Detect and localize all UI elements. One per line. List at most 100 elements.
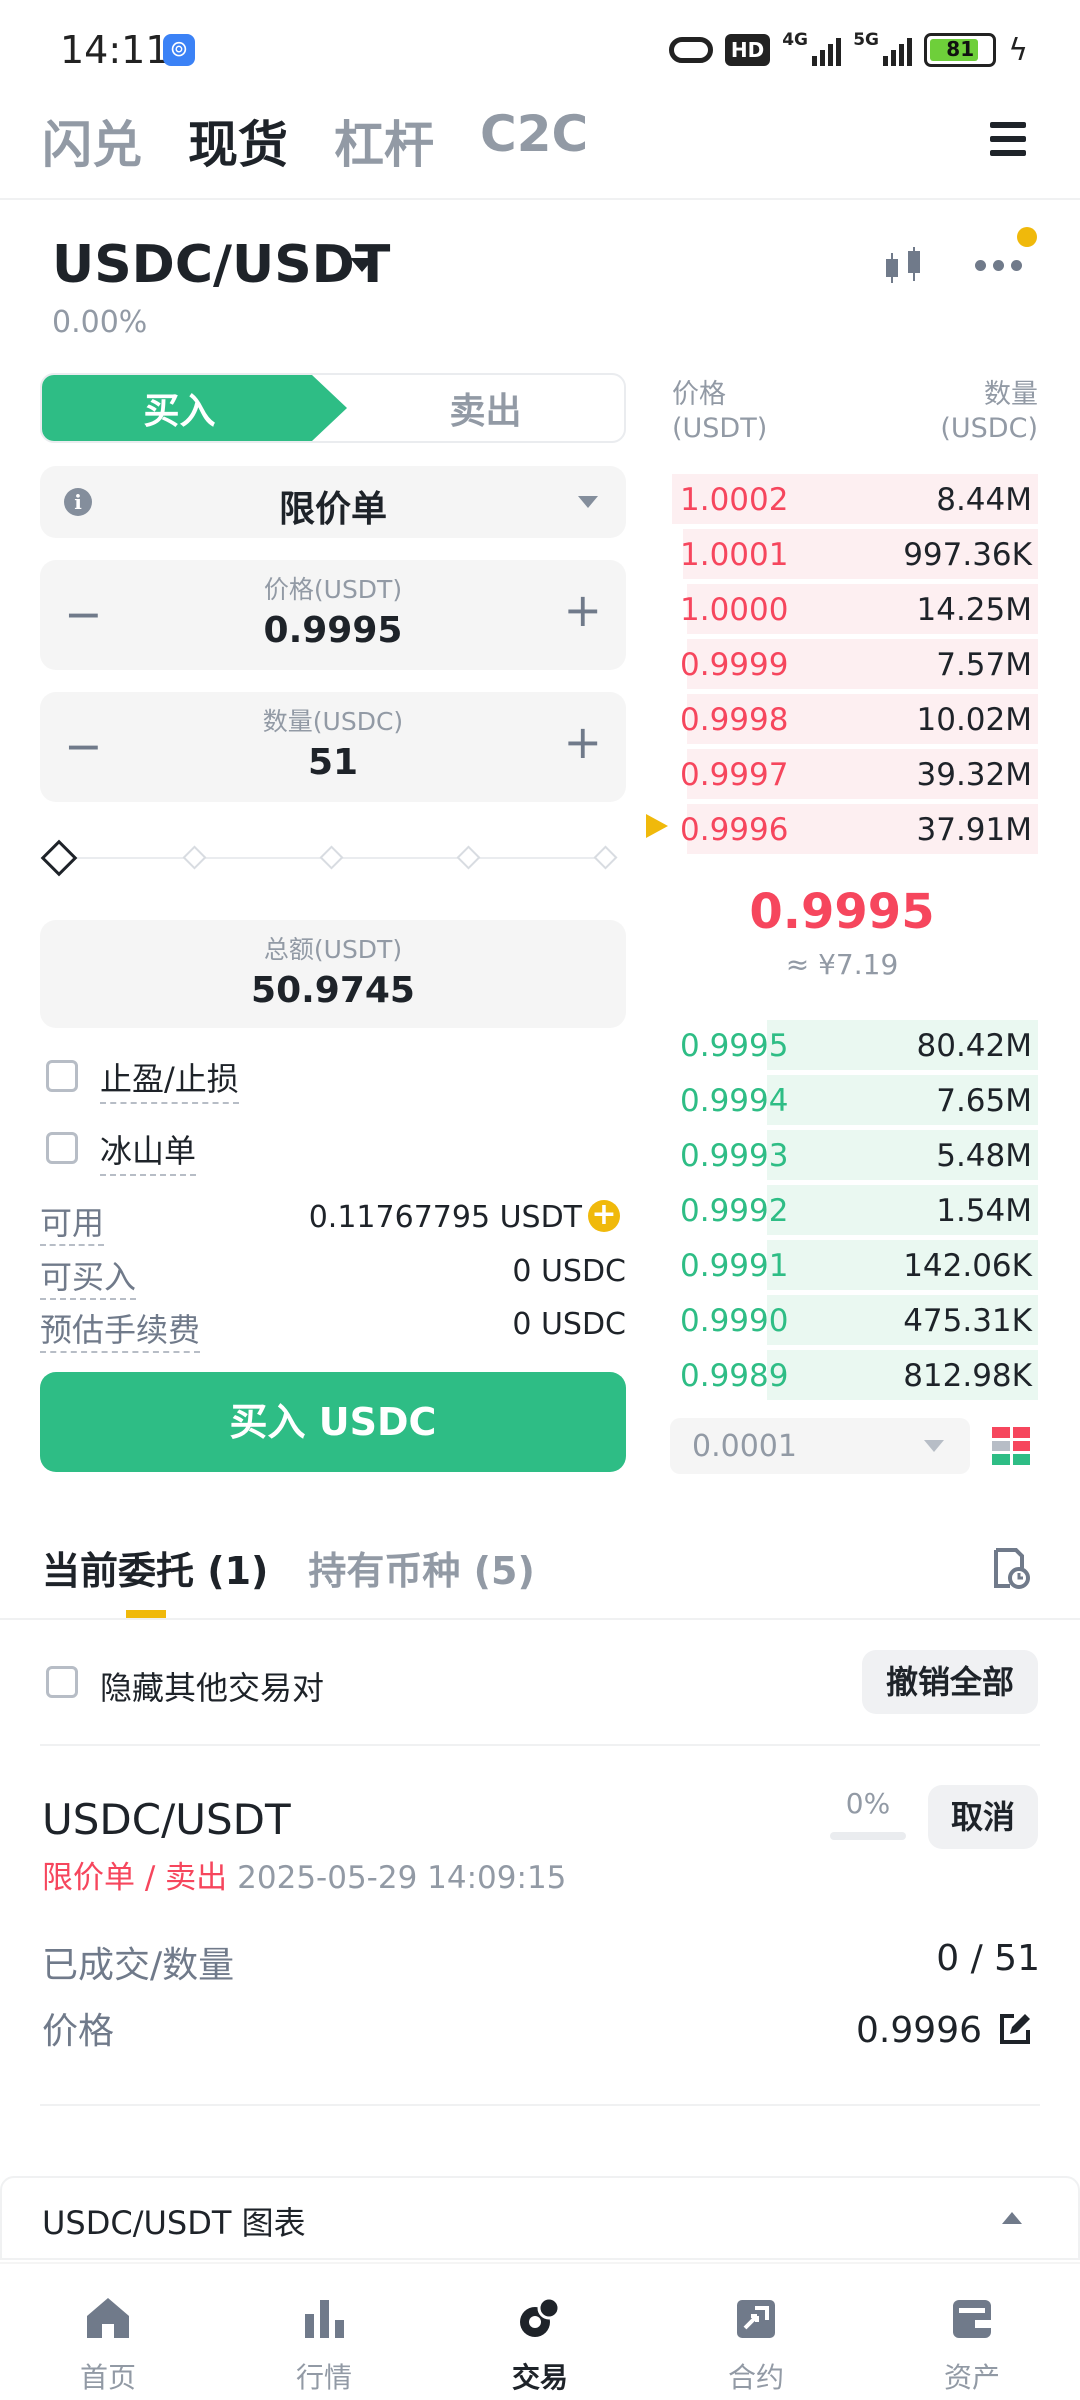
slider-mark-75[interactable] <box>456 845 481 870</box>
tab-c2c[interactable]: C2C <box>480 105 588 177</box>
nav-futures[interactable]: 合约 <box>648 2264 864 2400</box>
ask-quantity: 8.44M <box>936 482 1032 518</box>
nav-home[interactable]: 首页 <box>0 2264 216 2400</box>
bid-row[interactable]: 0.9992 1.54M <box>672 1185 1038 1235</box>
bid-row[interactable]: 0.9990 475.31K <box>672 1295 1038 1345</box>
ask-row[interactable]: 0.9997 39.32M <box>672 749 1038 799</box>
add-funds-icon[interactable]: + <box>588 1200 620 1232</box>
order-type-select[interactable]: i 限价单 <box>40 466 626 538</box>
chart-drawer[interactable]: USDC/USDT 图表 <box>0 2176 1080 2260</box>
fill-percent: 0% <box>845 1787 891 1820</box>
divider <box>40 1744 1040 1746</box>
divider <box>40 2104 1040 2106</box>
ask-row[interactable]: 1.0002 8.44M <box>672 474 1038 524</box>
battery-level: 81 <box>946 37 975 61</box>
price-caption: 价格(USDT) <box>263 575 403 604</box>
buy-usdc-button[interactable]: 买入 USDC <box>40 1372 626 1472</box>
hide-other-pairs-checkbox[interactable] <box>46 1666 78 1698</box>
wallet-icon <box>953 2300 991 2338</box>
status-bar: 14:11 ⊚ HD 4G 5G 81 ϟ <box>0 0 1080 100</box>
orderbook-price-header: 价格 (USDT) <box>672 379 768 444</box>
tp-sl-checkbox[interactable] <box>46 1060 78 1092</box>
ask-price: 0.9997 <box>680 757 789 793</box>
cancel-order-button[interactable]: 取消 <box>928 1785 1038 1849</box>
ask-quantity: 37.91M <box>916 812 1033 848</box>
status-icons: HD 4G 5G 81 ϟ <box>668 30 1028 70</box>
pair-selector[interactable]: USDC/USDT <box>52 235 390 295</box>
price-stepper[interactable]: − 价格(USDT) 0.9995 + <box>40 560 626 670</box>
caret-down-icon[interactable] <box>350 258 374 272</box>
top-tabs: 闪兑 现货 杠杆 C2C <box>42 105 588 177</box>
bid-row[interactable]: 0.9993 5.48M <box>672 1130 1038 1180</box>
hd-icon: HD <box>724 34 771 66</box>
bar-chart-icon <box>305 2300 344 2338</box>
last-price-fiat: ≈ ¥7.19 <box>785 948 899 981</box>
hide-other-pairs-label[interactable]: 隐藏其他交易对 <box>100 1663 324 1709</box>
tab-open-orders[interactable]: 当前委托 (1) <box>42 1540 268 1595</box>
bid-row[interactable]: 0.9991 142.06K <box>672 1240 1038 1290</box>
iceberg-label[interactable]: 冰山单 <box>100 1126 197 1176</box>
caret-up-icon[interactable] <box>1002 2212 1022 2224</box>
quantity-stepper[interactable]: − 数量(USDC) 51 + <box>40 692 626 802</box>
candlestick-chart-icon[interactable] <box>880 245 928 289</box>
max-buy-label: 可买入 <box>40 1252 137 1300</box>
precision-value: 0.0001 <box>692 1429 797 1464</box>
ask-row[interactable]: 0.9996 37.91M <box>672 804 1038 854</box>
more-options-icon[interactable] <box>975 260 1022 271</box>
precision-select[interactable]: 0.0001 <box>670 1418 970 1474</box>
slider-mark-50[interactable] <box>319 845 344 870</box>
available-value: 0.11767795 USDT <box>308 1200 582 1235</box>
edit-icon[interactable] <box>998 2012 1032 2046</box>
bid-quantity: 80.42M <box>916 1028 1033 1064</box>
chart-drawer-label: USDC/USDT 图表 <box>42 2204 306 2242</box>
slider-mark-100[interactable] <box>593 845 618 870</box>
bid-row[interactable]: 0.9995 80.42M <box>672 1020 1038 1070</box>
amount-slider[interactable] <box>40 838 626 878</box>
ask-row[interactable]: 1.0001 997.36K <box>672 529 1038 579</box>
bid-row[interactable]: 0.9994 7.65M <box>672 1075 1038 1125</box>
quantity-caption: 数量(USDC) <box>262 707 404 736</box>
ask-row[interactable]: 0.9999 7.57M <box>672 639 1038 689</box>
tp-sl-label[interactable]: 止盈/止损 <box>100 1054 239 1104</box>
fee-value: 0 USDC <box>512 1307 626 1342</box>
quantity-input[interactable]: 51 <box>40 742 626 783</box>
ask-quantity: 997.36K <box>903 537 1032 573</box>
nav-assets[interactable]: 资产 <box>864 2264 1080 2400</box>
app-notification-icon: ⊚ <box>163 34 195 66</box>
iceberg-checkbox[interactable] <box>46 1132 78 1164</box>
cancel-all-button[interactable]: 撤销全部 <box>862 1650 1038 1714</box>
total-input[interactable]: 50.9745 <box>40 970 626 1011</box>
tab-margin[interactable]: 杠杆 <box>334 105 434 177</box>
plus-icon[interactable]: + <box>563 587 602 633</box>
total-field[interactable]: 总额(USDT) 50.9745 <box>40 920 626 1028</box>
orderbook-layout-icon[interactable] <box>992 1427 1030 1465</box>
ask-price: 1.0001 <box>680 537 789 573</box>
order-pair: USDC/USDT <box>42 1795 291 1844</box>
bid-quantity: 142.06K <box>903 1248 1032 1284</box>
bid-row[interactable]: 0.9989 812.98K <box>672 1350 1038 1400</box>
ask-row[interactable]: 0.9998 10.02M <box>672 694 1038 744</box>
tab-holdings[interactable]: 持有币种 (5) <box>308 1540 534 1595</box>
order-history-icon[interactable] <box>990 1546 1030 1590</box>
slider-mark-25[interactable] <box>182 845 207 870</box>
available-label: 可用 <box>40 1198 105 1246</box>
last-price[interactable]: 0.9995 <box>672 884 1012 940</box>
tab-swap[interactable]: 闪兑 <box>42 105 142 177</box>
signal-5g-icon: 5G <box>853 30 913 66</box>
filled-label: 已成交/数量 <box>42 1945 235 1986</box>
slider-handle[interactable] <box>40 839 78 877</box>
buy-tab[interactable]: 买入 <box>42 375 347 441</box>
nav-markets[interactable]: 行情 <box>216 2264 432 2400</box>
signal-4g-icon: 4G <box>782 30 842 66</box>
ask-price: 0.9999 <box>680 647 789 683</box>
tab-spot[interactable]: 现货 <box>188 105 288 177</box>
notification-dot <box>1017 227 1037 247</box>
menu-icon[interactable] <box>990 122 1026 156</box>
plus-icon[interactable]: + <box>563 719 602 765</box>
ask-price: 1.0000 <box>680 592 789 628</box>
price-input[interactable]: 0.9995 <box>40 610 626 651</box>
best-ask-marker-icon <box>646 814 668 838</box>
nav-trade[interactable]: 交易 <box>432 2264 648 2400</box>
sell-tab[interactable]: 卖出 <box>347 375 624 441</box>
ask-row[interactable]: 1.0000 14.25M <box>672 584 1038 634</box>
